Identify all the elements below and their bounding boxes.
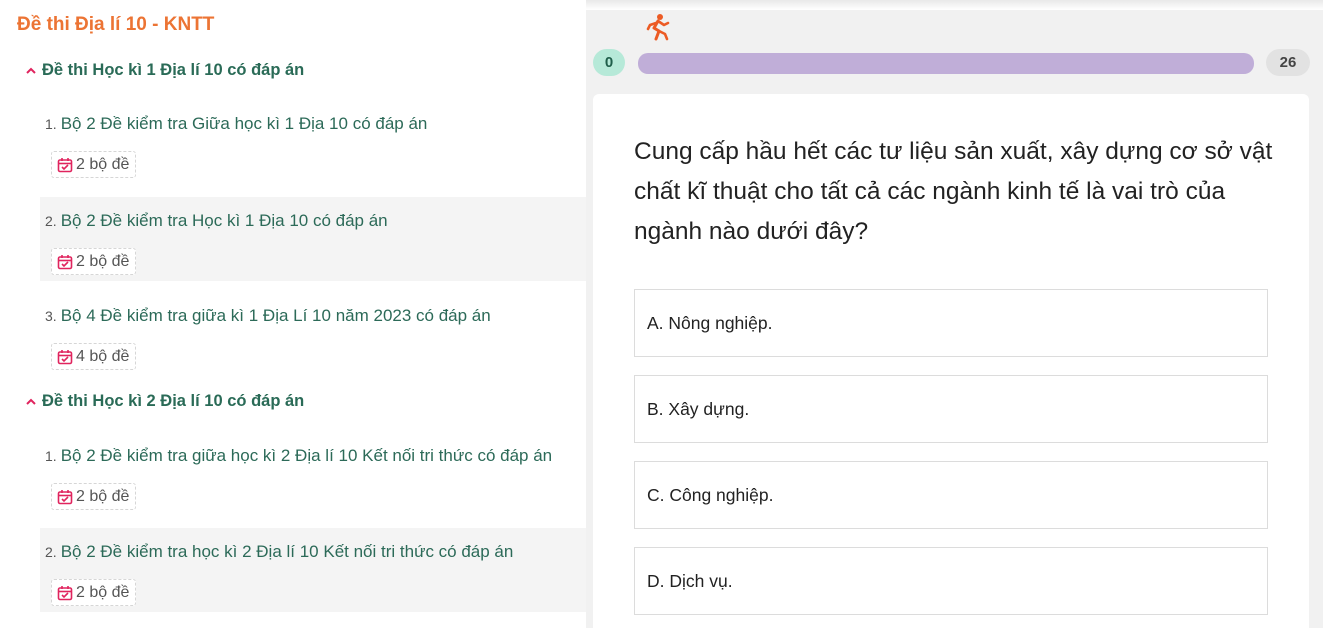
calendar-check-icon [57, 489, 73, 504]
chevron-up-icon [26, 398, 36, 405]
badge-label: 2 bộ đề [76, 583, 130, 601]
progress-bar [638, 53, 1254, 74]
section-label: Đề thi Học kì 2 Địa lí 10 có đáp án [42, 392, 305, 410]
progress-start-count: 0 [593, 49, 625, 76]
set-count-badge[interactable]: 2 bộ đề [51, 151, 137, 178]
calendar-check-icon [57, 585, 73, 600]
section-header-hk1[interactable]: Đề thi Học kì 1 Địa lí 10 có đáp án [24, 61, 304, 80]
sidebar-title[interactable]: Đề thi Địa lí 10 - KNTT [17, 14, 214, 36]
list-item[interactable]: 2. Bộ 2 Đề kiểm tra Học kì 1 Địa 10 có đá… [40, 197, 586, 281]
list-item[interactable]: 3. Bộ 4 Đề kiểm tra giữa kì 1 Địa Lí 10 n… [40, 292, 586, 376]
badge-label: 2 bộ đề [76, 252, 130, 270]
calendar-check-icon [57, 157, 73, 172]
chevron-up-icon [26, 67, 36, 74]
set-count-badge[interactable]: 4 bộ đề [51, 343, 137, 370]
section-header-hk2[interactable]: Đề thi Học kì 2 Địa lí 10 có đáp án [24, 392, 304, 411]
item-link[interactable]: Bộ 2 Đề kiểm tra học kì 2 Địa lí 10 Kết … [61, 542, 514, 561]
answer-option-d[interactable]: D. Dịch vụ. [634, 547, 1268, 615]
set-count-badge[interactable]: 2 bộ đề [51, 579, 137, 606]
badge-label: 2 bộ đề [76, 487, 130, 505]
item-link[interactable]: Bộ 2 Đề kiểm tra giữa học kì 2 Địa lí 10… [61, 446, 552, 465]
item-number: 1. [45, 448, 57, 464]
item-number: 2. [45, 544, 57, 560]
exam-sidebar: Đề thi Địa lí 10 - KNTT Đề thi Học kì 1 … [0, 0, 586, 628]
item-number: 3. [45, 308, 57, 324]
badge-label: 4 bộ đề [76, 347, 130, 365]
calendar-check-icon [57, 254, 73, 269]
set-count-badge[interactable]: 2 bộ đề [51, 483, 137, 510]
item-link[interactable]: Bộ 2 Đề kiểm tra Giữa học kì 1 Địa 10 có… [61, 114, 428, 133]
answer-option-c[interactable]: C. Công nghiệp. [634, 461, 1268, 529]
question-card: Cung cấp hầu hết các tư liệu sản xuất, x… [593, 94, 1309, 628]
progress-total-count: 26 [1266, 49, 1310, 76]
list-item[interactable]: 2. Bộ 2 Đề kiểm tra học kì 2 Địa lí 10 Kế… [40, 528, 586, 612]
item-link[interactable]: Bộ 4 Đề kiểm tra giữa kì 1 Địa Lí 10 năm… [61, 306, 491, 325]
badge-label: 2 bộ đề [76, 155, 130, 173]
item-number: 1. [45, 116, 57, 132]
section-label: Đề thi Học kì 1 Địa lí 10 có đáp án [42, 61, 305, 79]
calendar-check-icon [57, 349, 73, 364]
answer-option-b[interactable]: B. Xây dựng. [634, 375, 1268, 443]
set-count-badge[interactable]: 2 bộ đề [51, 248, 137, 275]
list-item[interactable]: 1. Bộ 2 Đề kiểm tra Giữa học kì 1 Địa 10 … [40, 100, 586, 184]
item-number: 2. [45, 213, 57, 229]
question-text: Cung cấp hầu hết các tư liệu sản xuất, x… [634, 138, 1273, 245]
quiz-panel: 0 26 Cung cấp hầu hết các tư liệu sản xu… [586, 10, 1323, 628]
answer-option-a[interactable]: A. Nông nghiệp. [634, 289, 1268, 357]
running-person-icon [646, 14, 670, 41]
list-item[interactable]: 1. Bộ 2 Đề kiểm tra giữa học kì 2 Địa lí … [40, 432, 586, 516]
item-link[interactable]: Bộ 2 Đề kiểm tra Học kì 1 Địa 10 có đáp … [61, 211, 388, 230]
